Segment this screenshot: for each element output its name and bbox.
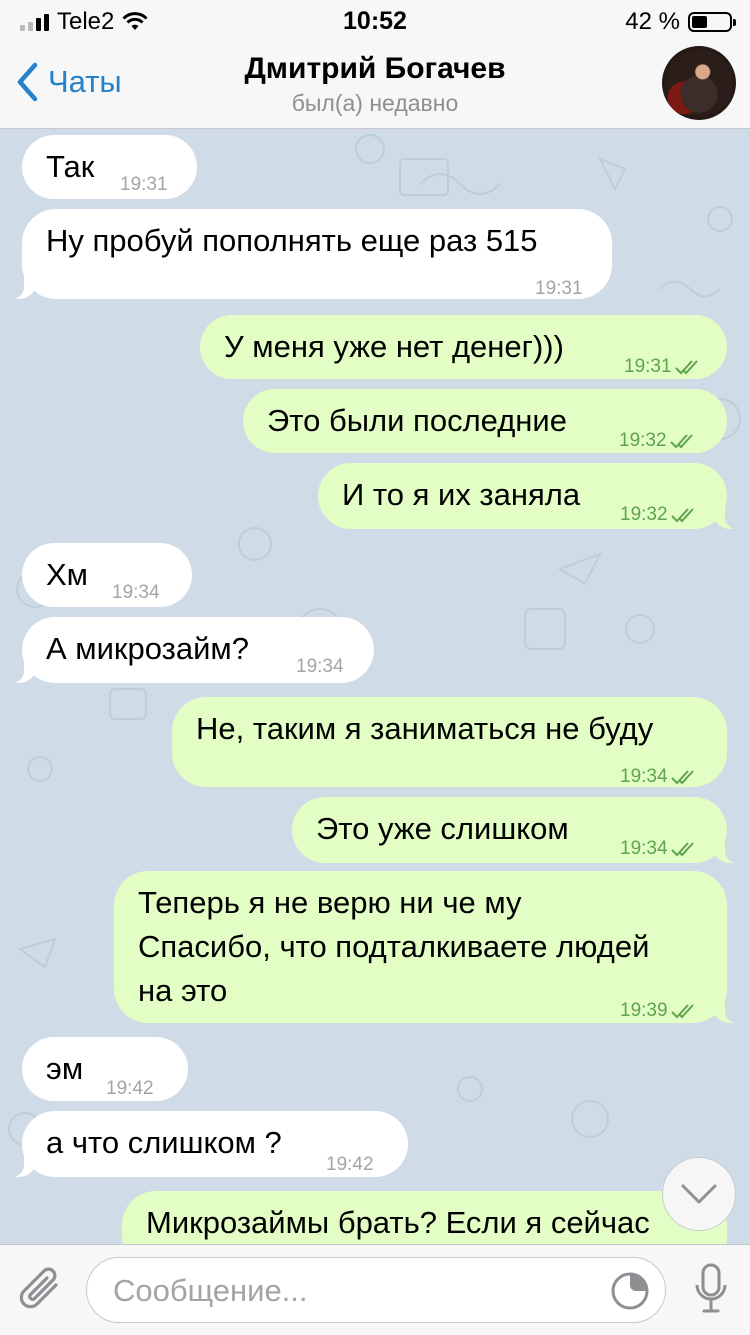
battery-icon xyxy=(688,12,736,32)
outgoing-message[interactable]: Теперь я не верю ни че му Спасибо, что п… xyxy=(114,871,743,1023)
message-text: Не, таким я заниматься не буду xyxy=(196,711,654,746)
paperclip-icon[interactable] xyxy=(18,1265,66,1317)
double-check-icon xyxy=(670,1004,694,1019)
outgoing-message[interactable]: Не, таким я заниматься не буду 19:34 xyxy=(172,697,727,787)
double-check-icon xyxy=(670,842,694,857)
message-time: 19:39 xyxy=(620,989,700,1033)
message-time: 19:42 xyxy=(326,1154,374,1175)
message-time: 19:32 xyxy=(620,493,700,537)
status-right: 42 % xyxy=(625,8,736,36)
incoming-message[interactable]: эм 19:42 xyxy=(22,1037,188,1101)
outgoing-message[interactable]: Микрозаймы брать? Если я сейчас xyxy=(122,1191,727,1244)
message-time: 19:31 xyxy=(624,345,704,389)
double-check-icon xyxy=(674,360,698,375)
last-seen: был(а) недавно xyxy=(291,90,459,116)
incoming-message[interactable]: Хм 19:34 xyxy=(22,543,192,607)
message-time: 19:34 xyxy=(296,656,344,677)
message-time: 19:34 xyxy=(112,582,160,603)
sticker-icon[interactable] xyxy=(609,1270,651,1312)
outgoing-message[interactable]: У меня уже нет денег))) 19:31 xyxy=(200,315,727,379)
incoming-message[interactable]: Ну пробуй пополнять еще раз 515 19:31 xyxy=(6,209,612,299)
message-time: 19:31 xyxy=(535,278,583,299)
avatar[interactable] xyxy=(662,46,736,120)
message-text: Микрозаймы брать? Если я сейчас xyxy=(146,1205,650,1240)
incoming-message[interactable]: а что слишком ? 19:42 xyxy=(6,1111,408,1177)
contact-info[interactable]: Дмитрий Богачев был(а) недавно xyxy=(180,52,570,117)
message-time: 19:31 xyxy=(120,174,168,195)
chat-header: Чаты Дмитрий Богачев был(а) недавно xyxy=(0,40,750,129)
scroll-down-button[interactable] xyxy=(662,1157,736,1231)
incoming-message[interactable]: А микрозайм? 19:34 xyxy=(6,617,374,683)
double-check-icon xyxy=(669,434,693,449)
battery-percent: 42 % xyxy=(625,8,680,35)
message-field[interactable] xyxy=(86,1257,666,1323)
back-button[interactable]: Чаты xyxy=(16,62,122,102)
chevron-down-icon xyxy=(681,1184,717,1204)
back-label: Чаты xyxy=(48,64,122,99)
message-text: Теперь я не верю ни че му Спасибо, что п… xyxy=(138,885,650,1008)
outgoing-message[interactable]: Это были последние 19:32 xyxy=(243,389,727,453)
message-time: 19:34 xyxy=(620,755,700,799)
incoming-message[interactable]: Так 19:31 xyxy=(22,135,197,199)
double-check-icon xyxy=(670,508,694,523)
status-bar: Tele2 10:52 42 % xyxy=(0,0,750,40)
message-text: Ну пробуй пополнять еще раз 515 xyxy=(46,223,538,258)
double-check-icon xyxy=(670,770,694,785)
composer xyxy=(0,1244,750,1335)
message-input[interactable] xyxy=(111,1270,595,1312)
outgoing-message[interactable]: Это уже слишком 19:34 xyxy=(292,797,743,863)
chevron-left-icon xyxy=(17,62,38,102)
message-list[interactable]: Так 19:31 Ну пробуй пополнять еще раз 515 1… xyxy=(0,129,750,1244)
message-time: 19:42 xyxy=(106,1078,154,1099)
microphone-icon[interactable] xyxy=(694,1263,728,1317)
outgoing-message[interactable]: И то я их заняла 19:32 xyxy=(318,463,743,529)
message-time: 19:34 xyxy=(620,827,700,871)
message-time: 19:32 xyxy=(619,419,699,463)
contact-name: Дмитрий Богачев xyxy=(244,52,506,85)
